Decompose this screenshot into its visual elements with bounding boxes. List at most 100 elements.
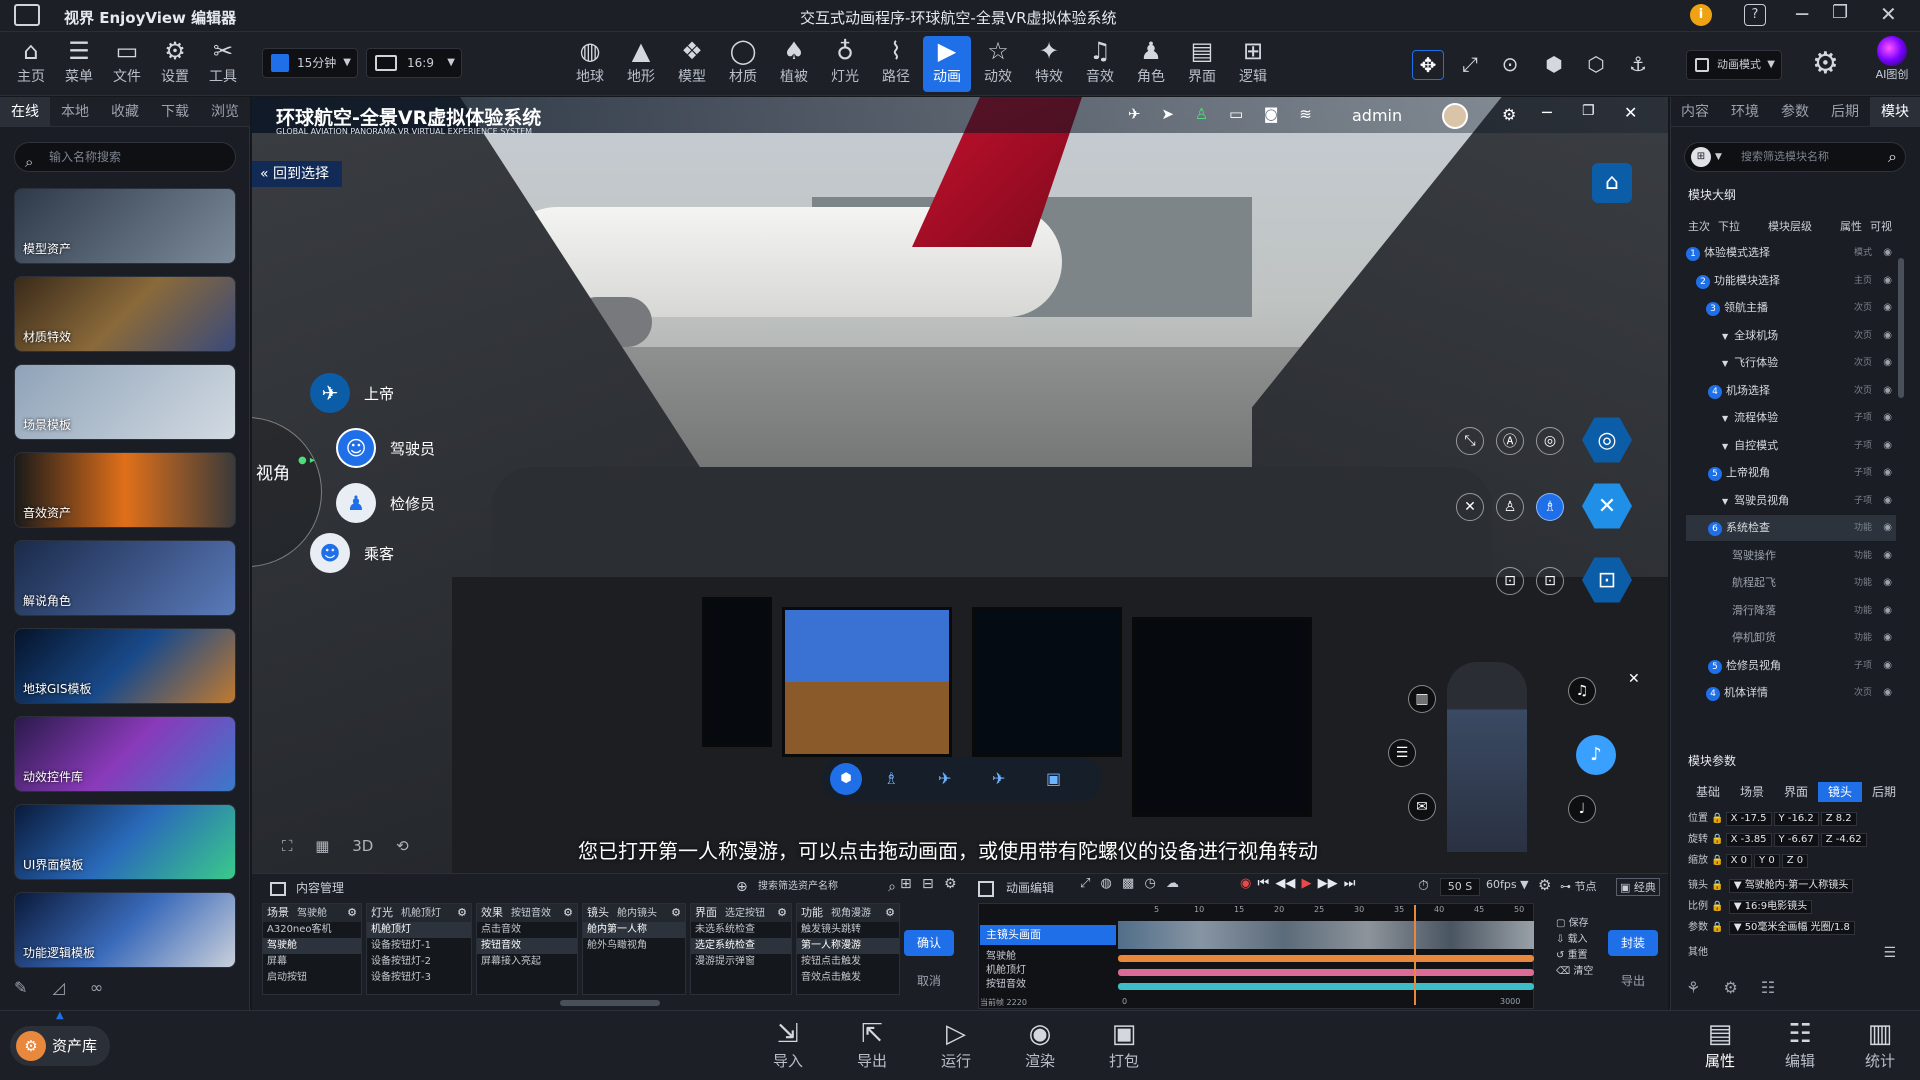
asset-card[interactable]: 功能逻辑模板 — [14, 892, 236, 968]
toolbar-gear-button[interactable]: ⚙ 设置 — [152, 36, 198, 92]
focus-icon[interactable]: ◎ — [1536, 427, 1564, 455]
outline-row[interactable]: 6 系统检查 功能 ◉ — [1686, 515, 1896, 541]
toolbar-cubes-button[interactable]: ❖ 模型 — [668, 36, 716, 92]
content-item[interactable]: 舱内第一人称 — [583, 922, 685, 938]
orbit-icon[interactable]: ⟲ — [396, 837, 409, 855]
content-item[interactable]: 漫游提示弹窗 — [691, 954, 791, 970]
params-tab-4[interactable]: 后期 — [1862, 782, 1906, 802]
gamepad-icon[interactable]: ◙ — [1264, 105, 1279, 123]
module-filter-icon[interactable]: ⊞ — [1691, 147, 1711, 167]
toolbar-tools-button[interactable]: ✂ 工具 — [200, 36, 246, 92]
clipboard-icon[interactable]: ▥ — [1408, 685, 1436, 713]
settings-gear-icon[interactable]: ⚙ — [1812, 46, 1839, 81]
scale-tool-icon[interactable]: ⤢ — [1454, 50, 1486, 80]
pilot-seat-icon[interactable]: ♗ — [884, 769, 898, 788]
content-item[interactable]: 按钮音效 — [477, 938, 577, 954]
column-header[interactable]: 效果 按钮音效 ⚙ — [477, 904, 577, 922]
content-settings-icon[interactable]: ⚙ — [944, 876, 957, 892]
eye-icon[interactable]: ◉ — [1883, 323, 1892, 349]
eye-icon[interactable]: ◉ — [1883, 653, 1892, 679]
role-god[interactable]: ✈ 上帝 — [310, 373, 394, 413]
eye-icon[interactable]: ◉ — [1883, 350, 1892, 376]
eye-icon[interactable]: ◉ — [1883, 378, 1892, 404]
role-mechanic[interactable]: ♟ 检修员 — [336, 483, 435, 523]
cargo-icon[interactable]: ▣ — [1046, 769, 1061, 788]
gear-icon[interactable]: ⚙ — [347, 904, 357, 922]
asset-card[interactable]: 场景模板 — [14, 364, 236, 440]
headphones-icon[interactable]: ♫ — [1568, 677, 1596, 705]
link-icon[interactable]: ∞ — [90, 978, 103, 997]
outline-row[interactable]: 3 领航主播 次页 ◉ — [1686, 295, 1896, 321]
fps-select[interactable]: 60fps ▼ — [1486, 878, 1529, 891]
scale-y[interactable]: Y 0 — [1754, 854, 1780, 868]
toolbar-home-button[interactable]: ⌂ 主页 — [8, 36, 54, 92]
seal-button[interactable]: 封装 — [1608, 930, 1658, 956]
reset-action[interactable]: ↺ 重置 — [1556, 948, 1593, 964]
eye-icon[interactable]: ◉ — [1883, 515, 1892, 541]
outline-row[interactable]: 5 检修员视角 子项 ◉ — [1686, 653, 1896, 679]
column-header[interactable]: 功能 视角漫游 ⚙ — [797, 904, 899, 922]
content-search-input[interactable]: ⊕ 搜索筛选资产名称 ⌕ — [736, 876, 896, 898]
vr-restore-icon[interactable]: ❐ — [1582, 103, 1595, 119]
cancel-button[interactable]: 取消 — [904, 968, 954, 994]
toolbar-person-button[interactable]: ♟ 角色 — [1127, 36, 1175, 92]
content-item[interactable]: 舱外鸟瞰视角 — [583, 938, 685, 954]
scene-viewport[interactable]: 环球航空-全景VR虚拟体验系统 GLOBAL AVIATION PANORAMA… — [252, 97, 1668, 873]
content-item[interactable]: 点击音效 — [477, 922, 577, 938]
first-frame-icon[interactable]: ⏮ — [1257, 876, 1269, 891]
hamburger-icon[interactable]: ☰ — [1883, 944, 1896, 962]
eye-icon[interactable]: ◉ — [1883, 405, 1892, 431]
clock-edit-icon[interactable]: ◷ — [1144, 876, 1155, 891]
mode-select[interactable]: 动画模式 ▼ — [1686, 50, 1782, 80]
asset-card[interactable]: 模型资产 — [14, 188, 236, 264]
outline-row[interactable]: 1 体验模式选择 模式 ◉ — [1686, 240, 1896, 266]
vr-home-button[interactable]: ⌂ — [1592, 163, 1632, 203]
footer-export-button[interactable]: ⇱ 导出 — [842, 1018, 902, 1071]
rotate-tool-icon[interactable]: ⊙ — [1494, 50, 1526, 80]
wand-icon[interactable]: ✎ — [14, 978, 27, 997]
right-tab-3[interactable]: 后期 — [1820, 97, 1870, 126]
eye-icon[interactable]: ◉ — [1883, 433, 1892, 459]
rot-x[interactable]: X -3.85 — [1725, 833, 1772, 847]
wifi-icon[interactable]: ≋ — [1299, 105, 1312, 123]
footer-render-button[interactable]: ◉ 渲染 — [1010, 1018, 1070, 1071]
search-icon[interactable]: ⌕ — [1888, 143, 1897, 171]
component-icon[interactable]: ⚘ — [1686, 978, 1700, 997]
voice-button[interactable]: ♪ — [1576, 735, 1616, 775]
toolbar-tree-button[interactable]: ♠ 植被 — [770, 36, 818, 92]
content-item[interactable]: 屏幕 — [263, 954, 361, 970]
footer-import-button[interactable]: ⇲ 导入 — [758, 1018, 818, 1071]
landing-icon[interactable]: ✈ — [992, 769, 1005, 788]
chat-icon[interactable]: ✉ — [1408, 793, 1436, 821]
content-item[interactable]: 音效点击触发 — [797, 970, 899, 986]
footer-stats-button[interactable]: ▥ 统计 — [1850, 1018, 1910, 1071]
role-passenger[interactable]: ☻ 乘客 — [310, 533, 394, 573]
content-item[interactable]: 未选系统检查 — [691, 922, 791, 938]
toolbar-menu-button[interactable]: ☰ 菜单 — [56, 36, 102, 92]
cloud-icon[interactable]: ☁ — [1166, 876, 1179, 891]
content-item[interactable]: 启动按钮 — [263, 970, 361, 986]
toolbar-sphere-button[interactable]: ◯ 材质 — [719, 36, 767, 92]
clear-action[interactable]: ⌫ 清空 — [1556, 964, 1593, 980]
eye-icon[interactable]: ◉ — [1883, 488, 1892, 514]
pos-y[interactable]: Y -16.2 — [1773, 812, 1819, 826]
object-tool-icon[interactable]: ⬢ — [1538, 50, 1570, 80]
back-button[interactable]: « 回到选择 — [252, 161, 342, 187]
eye-icon[interactable]: ◉ — [1883, 240, 1892, 266]
vr-settings-icon[interactable]: ⚙ — [1502, 105, 1516, 124]
record-button[interactable]: ◉ — [1240, 876, 1251, 891]
asset-card[interactable]: 动效控件库 — [14, 716, 236, 792]
vr-minimize-icon[interactable]: ─ — [1542, 103, 1552, 122]
toolbar-terrain-button[interactable]: ▲ 地形 — [617, 36, 665, 92]
next-frame-icon[interactable]: ▶▶ — [1318, 876, 1338, 891]
restore-icon[interactable]: ❐ — [1832, 2, 1848, 23]
prev-frame-icon[interactable]: ◀◀ — [1275, 876, 1295, 891]
record-icon[interactable]: ⊡ — [1536, 567, 1564, 595]
param-select[interactable]: ▼ 50毫米全画幅 光圈/1.8 — [1728, 921, 1855, 935]
toolbar-path-button[interactable]: ⌇ 路径 — [872, 36, 920, 92]
left-tab-1[interactable]: 本地 — [50, 97, 100, 126]
music-note-icon[interactable]: ♩ — [1568, 795, 1596, 823]
eye-icon[interactable]: ◉ — [1883, 268, 1892, 294]
outline-row[interactable]: ▼ 全球机场 次页 ◉ — [1686, 323, 1896, 349]
footer-package-button[interactable]: ▣ 打包 — [1094, 1018, 1154, 1071]
